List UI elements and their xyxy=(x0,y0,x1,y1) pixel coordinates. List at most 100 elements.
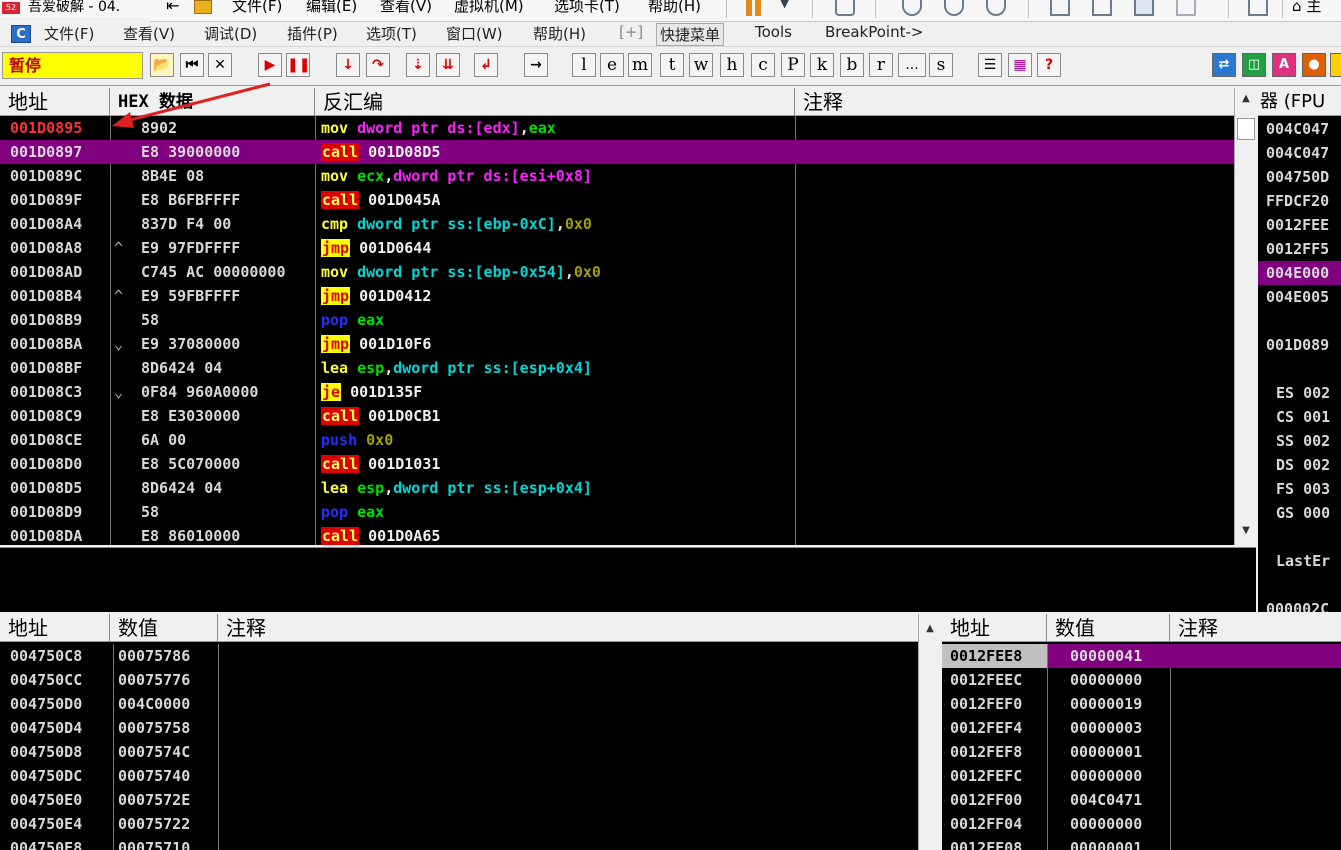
register-line[interactable]: FFDCF20 xyxy=(1258,189,1341,213)
dump-row[interactable]: 004750DC 00075740 xyxy=(0,764,918,788)
vm-pause-icon[interactable] xyxy=(746,0,766,16)
dump-row[interactable]: 004750E0 0007572E xyxy=(0,788,918,812)
handles-button[interactable]: h xyxy=(720,53,744,77)
log-window-button[interactable]: l xyxy=(572,53,596,77)
register-line[interactable] xyxy=(1258,357,1341,381)
execute-till-return-icon[interactable]: ↲ xyxy=(474,53,498,77)
dump-row[interactable]: 004750D0 004C0000 xyxy=(0,692,918,716)
disasm-row[interactable]: 001D08C3 ⌄ 0F84 960A0000 je 001D135F xyxy=(0,380,1234,404)
executable-modules-button[interactable]: e xyxy=(600,53,624,77)
step-over-icon[interactable]: ↷ xyxy=(366,53,390,77)
col-header-value[interactable]: 数值 xyxy=(110,614,218,642)
register-line[interactable] xyxy=(1258,525,1341,549)
menu-quick[interactable]: 快捷菜单 xyxy=(656,23,725,46)
register-line[interactable]: FS 003 xyxy=(1258,477,1341,501)
home-tab[interactable]: ⌂ 主 xyxy=(1292,0,1321,16)
pause-icon[interactable]: ❚❚ xyxy=(286,53,310,77)
trace-over-icon[interactable]: ⇊ xyxy=(436,53,460,77)
plugin-green-icon[interactable]: ◫ xyxy=(1242,53,1266,77)
menu-view[interactable]: 查看(V) xyxy=(123,23,175,44)
vm-menu-view[interactable]: 查看(V) xyxy=(380,0,432,16)
disasm-row[interactable]: 001D08D5 8D6424 04 lea esp,dword ptr ss:[e… xyxy=(0,476,1234,500)
chevron-down-icon[interactable]: ▼ xyxy=(780,0,789,10)
menu-help[interactable]: 帮助(H) xyxy=(533,23,586,44)
console-view-icon[interactable] xyxy=(1248,0,1268,16)
memory-map-button[interactable]: m xyxy=(628,53,652,77)
cpu-window-icon[interactable]: C xyxy=(11,25,31,43)
unity-icon[interactable] xyxy=(1176,0,1196,16)
stack-row[interactable]: 0012FEF4 00000003 xyxy=(942,716,1341,740)
register-line[interactable]: LastEr xyxy=(1258,549,1341,573)
grid-icon[interactable]: ▦ xyxy=(1008,53,1032,77)
thumbnail-view-icon[interactable] xyxy=(1092,0,1112,16)
disasm-row[interactable]: 001D08C9 E8 E3030000 call 001D0CB1 xyxy=(0,404,1234,428)
trace-into-icon[interactable]: ⇣ xyxy=(406,53,430,77)
register-line[interactable]: CS 001 xyxy=(1258,405,1341,429)
register-line[interactable] xyxy=(1258,309,1341,333)
disasm-row[interactable]: 001D08A8 ^ E9 97FDFFFF jmp 001D0644 xyxy=(0,236,1234,260)
breakpoints-button[interactable]: b xyxy=(840,53,864,77)
vm-folder-icon[interactable] xyxy=(194,0,212,14)
disasm-row[interactable]: 001D08BF 8D6424 04 lea esp,dword ptr ss:[e… xyxy=(0,356,1234,380)
menu-options[interactable]: 选项(T) xyxy=(366,23,417,44)
disasm-row[interactable]: 001D08CE 6A 00 push 0x0 xyxy=(0,428,1234,452)
menu-tools[interactable]: Tools xyxy=(755,23,792,41)
call-stack-button[interactable]: k xyxy=(810,53,834,77)
step-into-icon[interactable]: ↓ xyxy=(336,53,360,77)
plugin-yellow-icon[interactable] xyxy=(1330,53,1341,77)
open-file-icon[interactable]: 📂 xyxy=(150,53,174,77)
vm-back-icon[interactable]: ⇤ xyxy=(166,0,179,15)
dump-row[interactable]: 004750D8 0007574C xyxy=(0,740,918,764)
snapshot-icon[interactable] xyxy=(902,0,922,16)
scrollbar-thumb[interactable] xyxy=(1237,118,1255,140)
register-line[interactable]: 000002C xyxy=(1258,597,1341,612)
plugin-a-icon[interactable]: A xyxy=(1272,53,1296,77)
register-line[interactable]: 004E000 xyxy=(1258,261,1341,285)
fullscreen-icon[interactable] xyxy=(1134,0,1154,16)
dump-scrollbar[interactable]: ▲ xyxy=(918,614,940,850)
disasm-row[interactable]: 001D089F E8 B6FBFFFF call 001D045A xyxy=(0,188,1234,212)
register-line[interactable]: 004C047 xyxy=(1258,141,1341,165)
register-line[interactable]: 0012FEE xyxy=(1258,213,1341,237)
dump-row[interactable]: 004750CC 00075776 xyxy=(0,668,918,692)
vm-menu-file[interactable]: 文件(F) xyxy=(232,0,282,16)
register-line[interactable]: 001D089 xyxy=(1258,333,1341,357)
register-line[interactable]: 004750D xyxy=(1258,165,1341,189)
patches-button[interactable]: P xyxy=(781,53,805,77)
dump-row[interactable]: 004750E4 00075722 xyxy=(0,812,918,836)
disasm-row[interactable]: 001D08D9 58 pop eax xyxy=(0,500,1234,524)
source-button[interactable]: s xyxy=(929,53,953,77)
col-header-address[interactable]: 地址 xyxy=(0,88,110,116)
menu-debug[interactable]: 调试(D) xyxy=(204,23,257,44)
vm-menu-help[interactable]: 帮助(H) xyxy=(648,0,701,16)
stack-row[interactable]: 0012FF08 00000001 xyxy=(942,836,1341,850)
scroll-down-icon[interactable]: ▼ xyxy=(1235,522,1256,540)
disasm-row[interactable]: 001D08B9 58 pop eax xyxy=(0,308,1234,332)
register-line[interactable]: GS 000 xyxy=(1258,501,1341,525)
stack-row[interactable]: 0012FEF0 00000019 xyxy=(942,692,1341,716)
record-icon[interactable]: ● xyxy=(1302,53,1326,77)
disasm-row[interactable]: 001D08BA ⌄ E9 37080000 jmp 001D10F6 xyxy=(0,332,1234,356)
vm-menu-vm[interactable]: 虚拟机(M) xyxy=(454,0,524,16)
revert-snapshot-icon[interactable] xyxy=(944,0,964,16)
threads-button[interactable]: t xyxy=(660,53,684,77)
cpu-button[interactable]: c xyxy=(751,53,775,77)
refresh-icon[interactable]: ⇄ xyxy=(1212,53,1236,77)
vm-send-keys-icon[interactable] xyxy=(835,0,855,16)
dump-row[interactable]: 004750E8 00075710 xyxy=(0,836,918,850)
windows-button[interactable]: w xyxy=(689,53,713,77)
menu-plus[interactable]: [+] xyxy=(619,23,643,41)
col-header-comment[interactable]: 注释 xyxy=(795,88,1234,116)
dump-row[interactable]: 004750C8 00075786 xyxy=(0,644,918,668)
stack-row[interactable]: 0012FEF8 00000001 xyxy=(942,740,1341,764)
disasm-row[interactable]: 001D08A4 837D F4 00 cmp dword ptr ss:[ebp-… xyxy=(0,212,1234,236)
disasm-row[interactable]: 001D08D0 E8 5C070000 call 001D1031 xyxy=(0,452,1234,476)
disasm-row[interactable]: 001D08B4 ^ E9 59FBFFFF jmp 001D0412 xyxy=(0,284,1234,308)
stack-row[interactable]: 0012FEEC 00000000 xyxy=(942,668,1341,692)
menu-breakpoint[interactable]: BreakPoint-> xyxy=(825,23,923,41)
menu-plugins[interactable]: 插件(P) xyxy=(287,23,338,44)
scroll-up-icon[interactable]: ▲ xyxy=(1235,90,1256,108)
menu-file[interactable]: 文件(F) xyxy=(44,23,94,44)
disasm-row[interactable]: 001D08DA E8 86010000 call 001D0A65 xyxy=(0,524,1234,545)
vm-menu-edit[interactable]: 编辑(E) xyxy=(306,0,357,16)
